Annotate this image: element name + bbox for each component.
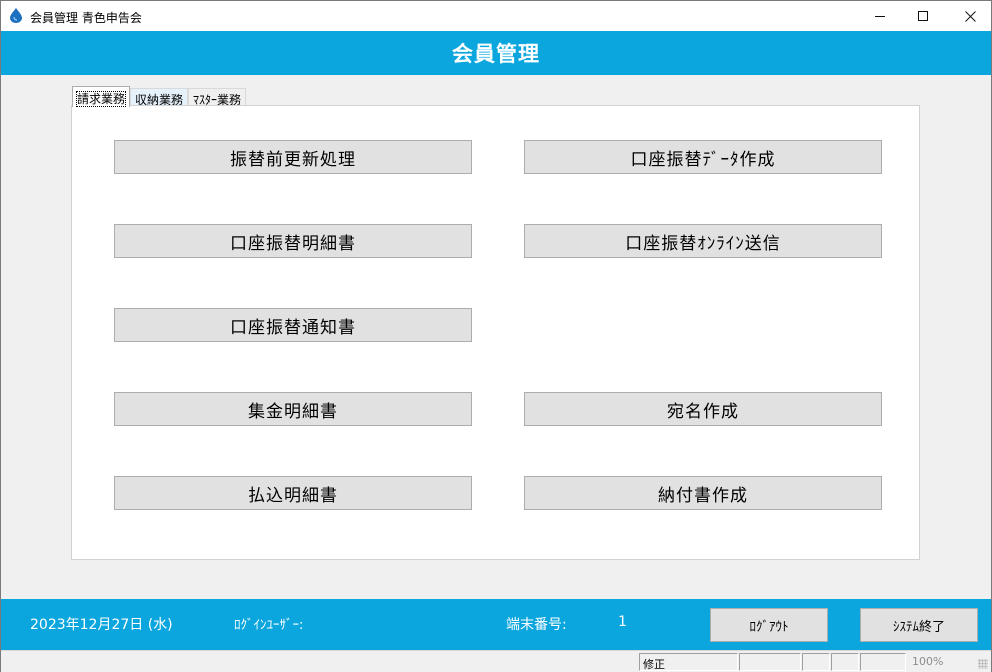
tab-billing[interactable]: 請求業務 (72, 86, 131, 107)
maximize-icon (917, 10, 928, 21)
zoom-level: 100% (912, 655, 944, 668)
status-mode: 修正 (639, 653, 738, 671)
app-header: 会員管理 (1, 31, 991, 75)
terminal-number-value: 1 (618, 614, 627, 630)
status-cell-4 (831, 653, 859, 671)
status-bar: 修正 100% (1, 650, 991, 672)
app-icon (10, 8, 22, 23)
close-button[interactable] (947, 1, 992, 31)
tab-billing-label: 請求業務 (75, 91, 127, 107)
status-cell-5 (860, 653, 906, 671)
system-exit-button[interactable]: ｼｽﾃﾑ終了 (860, 608, 978, 642)
transfer-data-create-button[interactable]: 口座振替ﾃﾞｰﾀ作成 (524, 140, 882, 174)
address-label-button[interactable]: 宛名作成 (524, 392, 882, 426)
footer-bar: 2023年12月27日 (水) ﾛｸﾞｲﾝﾕｰｻﾞｰ: 端末番号: 1 ﾛｸﾞｱ… (1, 599, 991, 650)
minimize-icon (874, 15, 885, 17)
status-cell-3 (802, 653, 830, 671)
tab-panel-billing: 振替前更新処理 口座振替ﾃﾞｰﾀ作成 口座振替明細書 口座振替ｵﾝﾗｲﾝ送信 口… (71, 105, 920, 560)
resize-grip-icon[interactable] (978, 659, 988, 669)
current-date: 2023年12月27日 (水) (30, 617, 173, 633)
payment-slip-create-button[interactable]: 納付書作成 (524, 476, 882, 510)
tab-strip: 請求業務 収納業務 ﾏｽﾀｰ業務 (72, 86, 247, 107)
terminal-number-label: 端末番号: (506, 617, 567, 633)
title-bar: 会員管理 青色申告会 (0, 0, 992, 31)
collection-statement-button[interactable]: 集金明細書 (114, 392, 472, 426)
payment-statement-button[interactable]: 払込明細書 (114, 476, 472, 510)
transfer-statement-button[interactable]: 口座振替明細書 (114, 224, 472, 258)
minimize-button[interactable] (857, 1, 903, 31)
window-title: 会員管理 青色申告会 (30, 11, 142, 25)
close-icon (964, 10, 976, 22)
page-title: 会員管理 (452, 42, 540, 66)
logout-button[interactable]: ﾛｸﾞｱｳﾄ (710, 608, 828, 642)
pre-transfer-update-button[interactable]: 振替前更新処理 (114, 140, 472, 174)
login-user-label: ﾛｸﾞｲﾝﾕｰｻﾞｰ: (234, 618, 304, 633)
transfer-notice-button[interactable]: 口座振替通知書 (114, 308, 472, 342)
maximize-button[interactable] (900, 1, 946, 31)
status-cell-2 (739, 653, 801, 671)
transfer-online-send-button[interactable]: 口座振替ｵﾝﾗｲﾝ送信 (524, 224, 882, 258)
main-content: 請求業務 収納業務 ﾏｽﾀｰ業務 振替前更新処理 口座振替ﾃﾞｰﾀ作成 口座振替… (1, 75, 991, 599)
